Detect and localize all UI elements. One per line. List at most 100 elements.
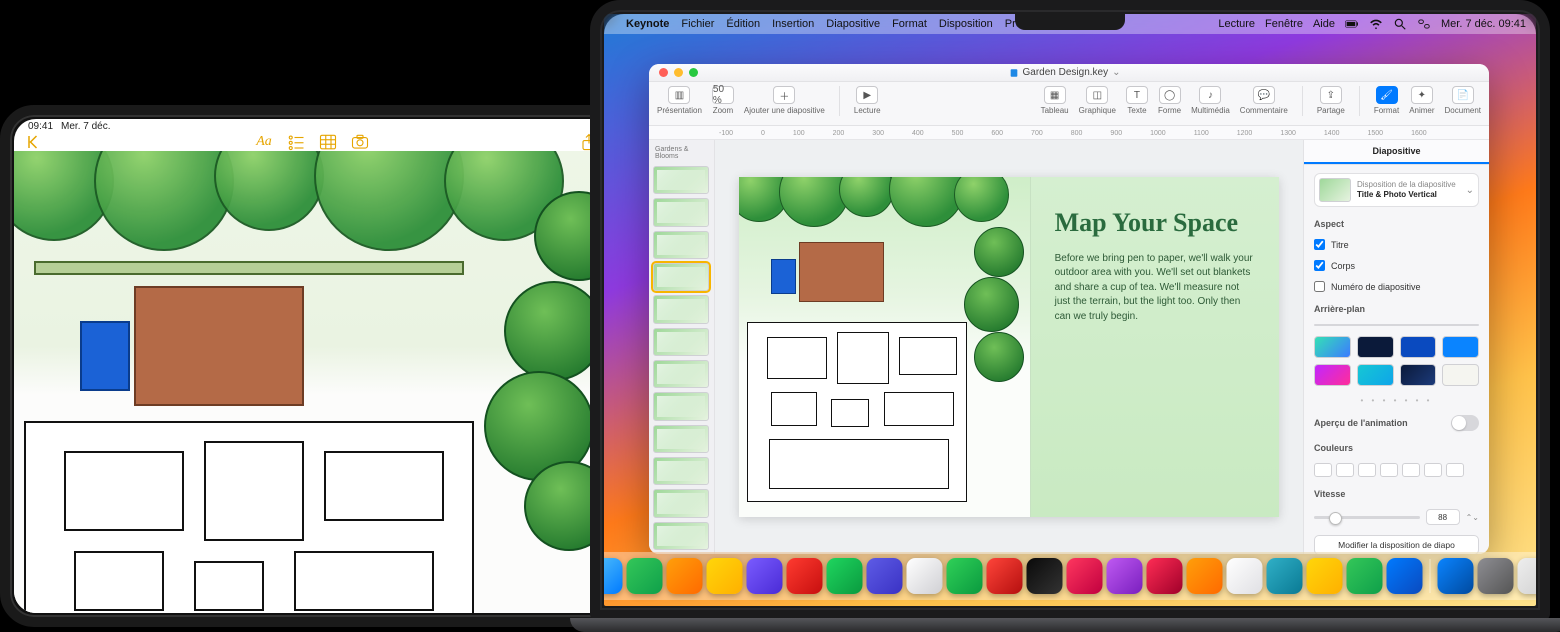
dock-app[interactable] xyxy=(987,558,1023,594)
format-inspector-button[interactable]: 🖌Format xyxy=(1374,86,1399,115)
collapse-icon[interactable] xyxy=(26,133,44,151)
dock-app[interactable] xyxy=(1387,558,1423,594)
dock-app[interactable] xyxy=(1518,558,1537,594)
dock-app[interactable] xyxy=(827,558,863,594)
slide-thumb[interactable] xyxy=(653,522,709,550)
camera-icon[interactable] xyxy=(351,133,369,151)
dock-app[interactable] xyxy=(1438,558,1474,594)
slide-thumb[interactable] xyxy=(653,392,709,420)
bg-swatch[interactable] xyxy=(1314,336,1351,358)
bg-swatch[interactable] xyxy=(1442,336,1479,358)
menu-aide[interactable]: Aide xyxy=(1313,18,1335,30)
swatch-pager[interactable]: • • • • • • • xyxy=(1314,396,1479,405)
menu-fichier[interactable]: Fichier xyxy=(681,18,714,30)
close-window-button[interactable] xyxy=(659,68,668,77)
slide-text-area[interactable]: Map Your Space Before we bring pen to pa… xyxy=(1031,177,1279,517)
animate-inspector-button[interactable]: ✦Animer xyxy=(1409,86,1434,115)
window-filename[interactable]: Garden Design.key xyxy=(1023,67,1109,78)
menubar-clock[interactable]: Mer. 7 déc. 09:41 xyxy=(1441,18,1526,30)
view-menu-button[interactable]: ▥Présentation xyxy=(657,86,702,115)
chevron-down-icon[interactable]: ⌄ xyxy=(1112,67,1120,78)
slide-thumb[interactable] xyxy=(653,489,709,517)
speed-slider[interactable] xyxy=(1314,516,1420,519)
slide-thumb[interactable] xyxy=(653,198,709,226)
stepper-icon[interactable]: ⌃⌄ xyxy=(1466,513,1479,522)
slide-layout-selector[interactable]: Disposition de la diapositive Title & Ph… xyxy=(1314,173,1479,207)
dock-app[interactable] xyxy=(627,558,663,594)
background-segmented[interactable]: Standard Dynamique xyxy=(1314,324,1479,326)
insert-table-button[interactable]: ▦Tableau xyxy=(1041,86,1069,115)
dock-app[interactable] xyxy=(867,558,903,594)
slide-thumb[interactable] xyxy=(653,360,709,388)
slide-number-checkbox[interactable]: Numéro de diapositive xyxy=(1314,281,1479,292)
control-center-icon[interactable] xyxy=(1417,17,1431,31)
spotlight-icon[interactable] xyxy=(1393,17,1407,31)
insert-shape-button[interactable]: ◯Forme xyxy=(1158,86,1181,115)
insert-comment-button[interactable]: 💬Commentaire xyxy=(1240,86,1288,115)
menu-format[interactable]: Format xyxy=(892,18,927,30)
slide-thumb[interactable] xyxy=(653,231,709,259)
bg-swatch[interactable] xyxy=(1400,364,1437,386)
document-inspector-button[interactable]: 📄Document xyxy=(1445,86,1481,115)
minimize-window-button[interactable] xyxy=(674,68,683,77)
slide-body-text[interactable]: Before we bring pen to paper, we'll walk… xyxy=(1055,252,1255,325)
dock-app[interactable] xyxy=(1147,558,1183,594)
dock-app[interactable] xyxy=(604,558,623,594)
dock-app[interactable] xyxy=(1067,558,1103,594)
menu-lecture[interactable]: Lecture xyxy=(1218,18,1255,30)
slide-thumb-selected[interactable] xyxy=(653,263,709,291)
slide-title[interactable]: Map Your Space xyxy=(1055,209,1255,238)
bg-swatch[interactable] xyxy=(1357,364,1394,386)
zoom-window-button[interactable] xyxy=(689,68,698,77)
play-button[interactable]: ▶Lecture xyxy=(854,86,881,115)
slide-thumb[interactable] xyxy=(653,457,709,485)
body-checkbox[interactable]: Corps xyxy=(1314,260,1479,271)
add-slide-button[interactable]: ＋Ajouter une diapositive xyxy=(744,86,825,115)
battery-menu-icon[interactable] xyxy=(1345,17,1359,31)
slide-navigator[interactable]: Gardens & Blooms xyxy=(649,140,715,554)
menu-edition[interactable]: Édition xyxy=(726,18,760,30)
slide-image-area[interactable] xyxy=(739,177,1031,517)
slide-thumb[interactable] xyxy=(653,425,709,453)
dock-app[interactable] xyxy=(1187,558,1223,594)
slide-thumb[interactable] xyxy=(653,295,709,323)
menu-insertion[interactable]: Insertion xyxy=(772,18,814,30)
bg-swatch[interactable] xyxy=(1442,364,1479,386)
dock-app[interactable] xyxy=(1307,558,1343,594)
wifi-menu-icon[interactable] xyxy=(1369,17,1383,31)
bg-swatch[interactable] xyxy=(1357,336,1394,358)
insert-chart-button[interactable]: ◫Graphique xyxy=(1079,86,1116,115)
dock-app[interactable] xyxy=(1478,558,1514,594)
grid-icon[interactable] xyxy=(319,133,337,151)
zoom-menu-button[interactable]: 50 %Zoom xyxy=(712,86,734,115)
dock-app[interactable] xyxy=(747,558,783,594)
dock-app[interactable] xyxy=(707,558,743,594)
seg-standard[interactable]: Standard xyxy=(1315,325,1397,326)
inspector-tab-diapositive[interactable]: Diapositive xyxy=(1304,140,1489,164)
slide-thumb[interactable] xyxy=(653,328,709,356)
dock-app[interactable] xyxy=(947,558,983,594)
dock-app[interactable] xyxy=(787,558,823,594)
bg-swatch[interactable] xyxy=(1314,364,1351,386)
text-style-button[interactable]: Aa xyxy=(255,133,273,151)
seg-dynamic[interactable]: Dynamique xyxy=(1397,325,1479,326)
slide-canvas[interactable]: Map Your Space Before we bring pen to pa… xyxy=(715,140,1303,554)
title-checkbox[interactable]: Titre xyxy=(1314,239,1479,250)
dock-app[interactable] xyxy=(1267,558,1303,594)
menu-disposition[interactable]: Disposition xyxy=(939,18,993,30)
slide[interactable]: Map Your Space Before we bring pen to pa… xyxy=(739,177,1279,517)
dock-app[interactable] xyxy=(1027,558,1063,594)
insert-text-button[interactable]: TTexte xyxy=(1126,86,1148,115)
insert-media-button[interactable]: ♪Multimédia xyxy=(1191,86,1230,115)
speed-value[interactable]: 88 xyxy=(1426,509,1460,525)
garden-sketch[interactable] xyxy=(14,151,644,613)
menubar-app[interactable]: Keynote xyxy=(626,18,669,30)
checklist-icon[interactable] xyxy=(287,133,305,151)
anim-preview-toggle[interactable] xyxy=(1451,415,1479,431)
slide-thumb[interactable] xyxy=(653,166,709,194)
color-stops[interactable] xyxy=(1314,463,1479,477)
dock-app[interactable] xyxy=(1347,558,1383,594)
dock-app[interactable] xyxy=(1227,558,1263,594)
menu-diapositive[interactable]: Diapositive xyxy=(826,18,880,30)
bg-swatch[interactable] xyxy=(1400,336,1437,358)
